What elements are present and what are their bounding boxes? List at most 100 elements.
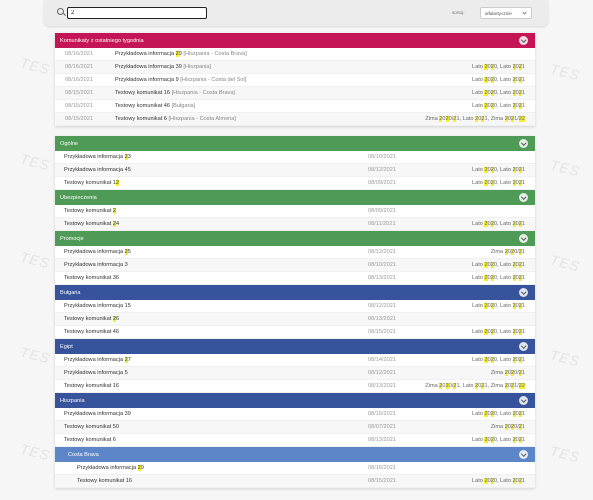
message-tags: Zima 2020/21: [490, 424, 525, 430]
chevron-down-icon[interactable]: [519, 342, 528, 351]
message-title[interactable]: Testowy komunikat 16: [77, 478, 132, 484]
message-tags: Zima 2020/21, Lato 2021, Zima 2021/22: [425, 383, 525, 389]
message-title[interactable]: Przykładowa informacja 9 [Hiszpania - Co…: [115, 77, 246, 83]
sort-select[interactable]: alfabetycznie: [480, 7, 532, 19]
message-date: 08/15/2021: [368, 329, 396, 335]
chevron-down-icon[interactable]: [519, 450, 528, 459]
chevron-down-icon[interactable]: [519, 139, 528, 148]
message-date: 08/16/2021: [65, 77, 93, 83]
message-row[interactable]: Przykładowa informacja 45 08/12/2021 Lato …: [55, 164, 535, 177]
message-row[interactable]: Przykładowa informacja 15 08/12/2021 Lato …: [55, 300, 535, 313]
section-title: Hiszpania: [60, 397, 85, 404]
section-header-ubezpieczenia[interactable]: Ubezpieczenia: [55, 190, 535, 205]
message-date: 08/15/2021: [65, 90, 93, 96]
message-row[interactable]: Przykładowa informacja 27 08/14/2021 Lato …: [55, 354, 535, 367]
message-tags: Lato 2020, Lato 2021: [472, 329, 525, 335]
section-header-hiszpania[interactable]: Hiszpania: [55, 393, 535, 408]
section-header-bulgaria[interactable]: Bułgaria: [55, 285, 535, 300]
categories-panel: Ogólne Przykładowa informacja 23 08/10/202…: [55, 136, 535, 488]
message-title[interactable]: Przykładowa informacja 27: [64, 357, 131, 363]
sort-label: sortuj:: [452, 10, 465, 15]
section-header-costa-brava[interactable]: Costa Brava: [55, 447, 535, 462]
section-header-ogolne[interactable]: Ogólne: [55, 136, 535, 151]
message-row[interactable]: Przykładowa informacja 5 08/12/2021 Zima 2…: [55, 367, 535, 380]
message-row[interactable]: Testowy komunikat 50 08/07/2021 Zima 2020/…: [55, 421, 535, 434]
message-row[interactable]: Testowy komunikat 26 08/13/2021: [55, 313, 535, 326]
recent-message-row[interactable]: 08/15/2021 Testowy komunikat 6 [Hiszpania…: [55, 113, 535, 126]
chevron-down-icon: [522, 10, 527, 15]
message-row[interactable]: Przykładowa informacja 25 08/12/2021 Zima …: [55, 246, 535, 259]
message-row[interactable]: Testowy komunikat 12 08/09/2021 Lato 2020,…: [55, 177, 535, 190]
message-tags: Zima 2020/21, Lato 2021, Zima 2021/22: [425, 116, 525, 122]
message-tags: Lato 2020, Lato 2021: [472, 303, 525, 309]
message-title[interactable]: Przykładowa informacja 25: [64, 249, 131, 255]
chevron-down-icon[interactable]: [519, 234, 528, 243]
message-title[interactable]: Testowy komunikat 50: [64, 424, 119, 430]
message-date: 08/10/2021: [368, 262, 396, 268]
message-title[interactable]: Testowy komunikat 36: [64, 275, 119, 281]
message-title[interactable]: Testowy komunikat 2: [64, 208, 116, 214]
message-title[interactable]: Testowy komunikat 16: [64, 383, 119, 389]
recent-message-row[interactable]: 08/16/2021 Przykładowa informacja 39 [His…: [55, 61, 535, 74]
watermark-text: TES: [548, 346, 582, 370]
section-header-egipt[interactable]: Egipt: [55, 339, 535, 354]
message-title[interactable]: Testowy komunikat 46 [Bułgaria]: [115, 103, 195, 109]
message-title[interactable]: Przykładowa informacja 29: [77, 465, 144, 471]
recent-message-row[interactable]: 08/16/2021 Przykładowa informacja 9 [Hisz…: [55, 74, 535, 87]
message-row[interactable]: Testowy komunikat 36 08/13/2021 Lato 2020,…: [55, 272, 535, 285]
search-icon[interactable]: [57, 8, 64, 15]
watermark-text: TES: [18, 150, 52, 174]
message-title[interactable]: Przykładowa informacja 39 [Hiszpania]: [115, 64, 211, 70]
message-title[interactable]: Testowy komunikat 16 [Hiszpania - Costa …: [115, 90, 235, 96]
message-row[interactable]: Testowy komunikat 24 08/11/2021 Lato 2020,…: [55, 218, 535, 231]
message-title[interactable]: Testowy komunikat 46: [64, 329, 119, 335]
recent-message-row[interactable]: 08/15/2021 Testowy komunikat 46 [Bułgaria…: [55, 100, 535, 113]
recent-message-row[interactable]: 08/15/2021 Testowy komunikat 16 [Hiszpani…: [55, 87, 535, 100]
message-date: 08/09/2021: [368, 208, 396, 214]
message-title[interactable]: Testowy komunikat 6 [Hiszpania - Costa A…: [115, 116, 236, 122]
message-title[interactable]: Przykładowa informacja 39: [64, 411, 131, 417]
section-title: Promocje: [60, 235, 84, 242]
chevron-down-icon[interactable]: [519, 396, 528, 405]
message-title[interactable]: Przykładowa informacja 3: [64, 262, 128, 268]
message-title[interactable]: Testowy komunikat 26: [64, 316, 119, 322]
chevron-down-icon[interactable]: [519, 288, 528, 297]
message-row[interactable]: Testowy komunikat 16 08/13/2021 Zima 2020/…: [55, 380, 535, 393]
message-title[interactable]: Testowy komunikat 12: [64, 180, 120, 186]
message-tags: Lato 2020, Lato 2021: [472, 77, 525, 83]
message-title[interactable]: Przykładowa informacja 29 [Hiszpania - C…: [115, 51, 247, 57]
message-tags: Lato 2020, Lato 2021: [472, 411, 525, 417]
message-row[interactable]: Przykładowa informacja 23 08/10/2021: [55, 151, 535, 164]
message-row[interactable]: Testowy komunikat 46 08/15/2021 Lato 2020,…: [55, 326, 535, 339]
message-title[interactable]: Przykładowa informacja 15: [64, 303, 131, 309]
message-date: 08/16/2021: [368, 465, 396, 471]
message-date: 08/15/2021: [368, 478, 396, 484]
message-tags: Lato 2020, Lato 2021: [472, 262, 525, 268]
watermark-text: TES: [548, 442, 582, 466]
section-title: Bułgaria: [60, 289, 81, 296]
message-tags: Lato 2020, Lato 2021: [472, 90, 525, 96]
message-row[interactable]: Przykładowa informacja 39 08/16/2021 Lato …: [55, 408, 535, 421]
message-title[interactable]: Przykładowa informacja 23: [64, 154, 131, 160]
message-title[interactable]: Przykładowa informacja 5: [64, 370, 128, 376]
message-tags: Lato 2020, Lato 2021: [472, 167, 525, 173]
message-row[interactable]: Przykładowa informacja 29 08/16/2021: [55, 462, 535, 475]
message-title[interactable]: Testowy komunikat 24: [64, 221, 119, 227]
chevron-down-icon[interactable]: [519, 193, 528, 202]
message-date: 08/15/2021: [65, 116, 93, 122]
recent-message-row[interactable]: 08/16/2021 Przykładowa informacja 29 [His…: [55, 48, 535, 61]
message-title[interactable]: Przykładowa informacja 45: [64, 167, 131, 173]
message-row[interactable]: Testowy komunikat 2 08/09/2021: [55, 205, 535, 218]
message-row[interactable]: Przykładowa informacja 3 08/10/2021 Lato 2…: [55, 259, 535, 272]
message-title[interactable]: Testowy komunikat 6: [64, 437, 116, 443]
message-row[interactable]: Testowy komunikat 16 08/15/2021 Lato 2020,…: [55, 475, 535, 488]
watermark-text: TES: [548, 251, 582, 275]
recent-messages-header[interactable]: Komunikaty z ostatniego tygodnia: [55, 33, 535, 48]
watermark-text: TES: [18, 440, 52, 464]
section-header-promocje[interactable]: Promocje: [55, 231, 535, 246]
chevron-down-icon[interactable]: [519, 36, 528, 45]
message-row[interactable]: Testowy komunikat 6 08/13/2021 Lato 2020, …: [55, 434, 535, 447]
search-input[interactable]: [67, 7, 207, 19]
watermark-text: TES: [548, 60, 582, 84]
recent-messages-panel: Komunikaty z ostatniego tygodnia 08/16/2…: [55, 33, 535, 126]
